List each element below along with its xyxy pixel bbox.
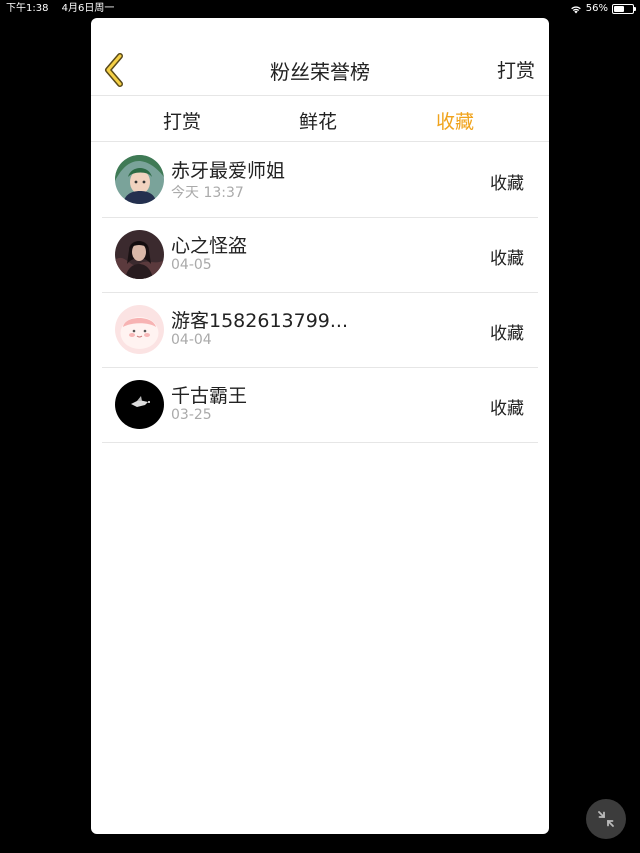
- status-time: 下午1:38: [6, 3, 49, 14]
- fan-name: 千古霸王: [171, 385, 248, 407]
- black-avatar: [115, 380, 164, 429]
- fan-name: 赤牙最爱师姐: [171, 160, 286, 182]
- fan-name: 心之怪盗: [171, 235, 248, 257]
- tab-bar: 打赏 鲜花 收藏: [91, 96, 549, 142]
- page-title: 粉丝荣誉榜: [270, 60, 370, 84]
- dark-character-avatar: [115, 230, 164, 279]
- list-item[interactable]: 游客1582613799... 04-04 收藏: [102, 293, 538, 368]
- tab-flowers[interactable]: 鲜花: [299, 107, 337, 134]
- avatar: [115, 230, 164, 279]
- battery-icon: [612, 3, 636, 14]
- collapse-button[interactable]: [586, 799, 626, 839]
- fan-date: 03-25: [171, 407, 212, 423]
- fan-list: 赤牙最爱师姐 今天 13:37 收藏 心之怪盗 04-05 收藏 游客15826…: [102, 143, 538, 443]
- list-item[interactable]: 千古霸王 03-25 收藏: [102, 368, 538, 443]
- status-bar-right: 56%: [570, 0, 636, 17]
- fan-action-label: 收藏: [490, 324, 524, 344]
- battery-percent: 56%: [585, 3, 608, 14]
- status-bar-left: 下午1:38 4月6日周一: [6, 0, 124, 17]
- reward-button[interactable]: 打赏: [497, 56, 535, 83]
- avatar: [115, 380, 164, 429]
- pink-blob-avatar: [115, 305, 164, 354]
- battery-fill: [614, 5, 624, 12]
- fan-action-label: 收藏: [490, 174, 524, 194]
- tab-favorites[interactable]: 收藏: [436, 107, 474, 134]
- fan-name: 游客1582613799...: [171, 310, 349, 332]
- wifi-icon: [570, 5, 581, 13]
- fan-date: 今天 13:37: [171, 185, 244, 201]
- tab-reward[interactable]: 打赏: [163, 107, 201, 134]
- fan-action-label: 收藏: [490, 399, 524, 419]
- avatar: [115, 155, 164, 204]
- status-date: 4月6日周一: [61, 3, 115, 14]
- collapse-arrows-icon: [598, 811, 614, 827]
- list-item[interactable]: 心之怪盗 04-05 收藏: [102, 218, 538, 293]
- fan-action-label: 收藏: [490, 249, 524, 269]
- fan-date: 04-05: [171, 257, 212, 273]
- fan-date: 04-04: [171, 332, 212, 348]
- panel-header: 粉丝荣誉榜 打赏: [91, 18, 549, 96]
- avatar: [115, 305, 164, 354]
- list-item[interactable]: 赤牙最爱师姐 今天 13:37 收藏: [102, 143, 538, 218]
- anime-green-hair-avatar: [115, 155, 164, 204]
- fan-honor-panel: 粉丝荣誉榜 打赏 打赏 鲜花 收藏 赤牙最爱师姐 今天 13:37 收藏 心之怪…: [91, 18, 549, 834]
- status-bar: 下午1:38 4月6日周一 56%: [0, 0, 640, 17]
